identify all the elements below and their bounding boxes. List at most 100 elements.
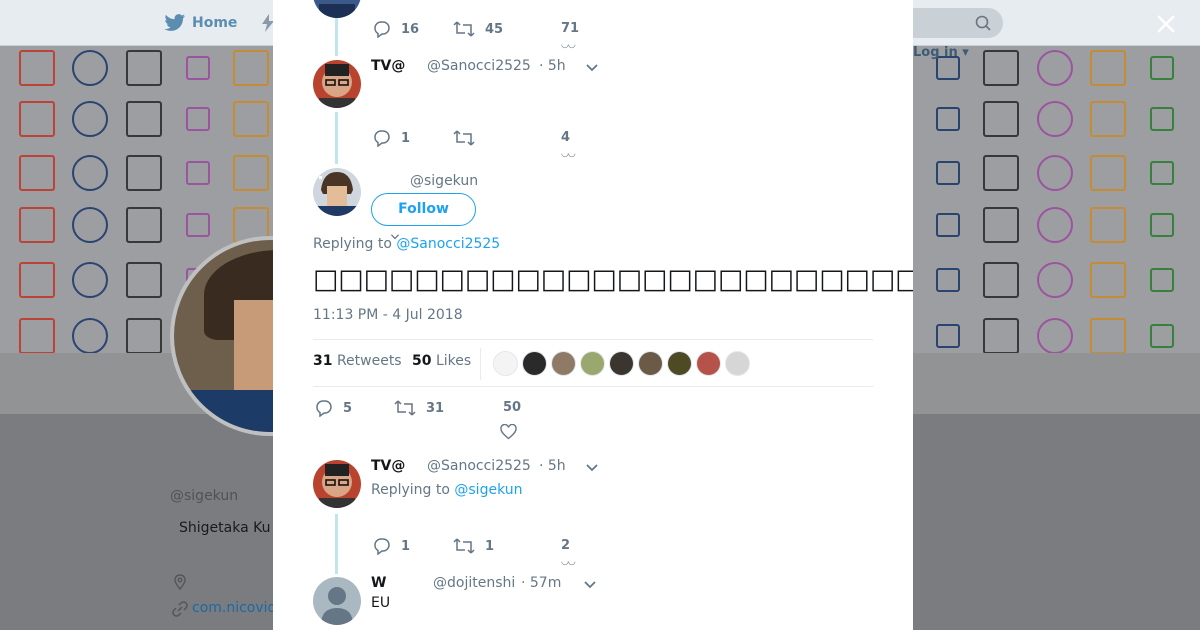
- home-nav-link[interactable]: Home: [164, 13, 237, 33]
- liker-avatar[interactable]: [551, 351, 576, 376]
- replying-to-handle-link[interactable]: @Sanocci2525: [396, 236, 500, 252]
- banner-pattern-tile: [1150, 161, 1174, 185]
- like-count[interactable]: 50: [503, 400, 521, 415]
- banner-pattern-tile: [19, 101, 55, 137]
- banner-pattern-tile: [72, 262, 108, 298]
- reply-author-handle[interactable]: @Sanocci2525: [427, 458, 531, 474]
- banner-pattern-tile: [1037, 318, 1073, 353]
- banner-pattern-tile: [186, 213, 210, 237]
- banner-pattern-tile: [1090, 50, 1126, 86]
- reply-time[interactable]: · 5h: [539, 458, 566, 474]
- liker-avatar[interactable]: [493, 351, 518, 376]
- reply-author-name[interactable]: TV@: [371, 458, 405, 474]
- banner-pattern-tile: [126, 262, 162, 298]
- liker-avatar[interactable]: [609, 351, 634, 376]
- main-tweet-timestamp[interactable]: 11:13 PM - 4 Jul 2018: [313, 307, 463, 323]
- location-pin-icon: [174, 574, 186, 590]
- reply-action[interactable]: 1: [373, 129, 410, 147]
- liker-avatar[interactable]: [522, 351, 547, 376]
- retweet-action[interactable]: 1: [453, 537, 494, 555]
- chevron-down-icon[interactable]: [585, 461, 599, 475]
- banner-pattern-tile: [1150, 213, 1174, 237]
- like-count[interactable]: 2: [561, 538, 570, 553]
- banner-pattern-tile: [1037, 207, 1073, 243]
- banner-pattern-tile: [72, 318, 108, 353]
- profile-url-link[interactable]: com.nicovid: [192, 600, 276, 616]
- liker-avatar[interactable]: [667, 351, 692, 376]
- heart-icon[interactable]: ◡◡: [561, 557, 576, 567]
- search-icon: [975, 15, 991, 31]
- banner-pattern-tile: [936, 324, 960, 348]
- reply-icon: [374, 538, 390, 555]
- reply-count: 1: [401, 538, 411, 554]
- tweet-author-name[interactable]: TV@: [371, 58, 405, 74]
- retweet-count: 1: [485, 538, 495, 554]
- reply-count: 1: [401, 130, 411, 146]
- banner-pattern-tile: [19, 155, 55, 191]
- banner-pattern-tile: [1037, 155, 1073, 191]
- retweet-action[interactable]: 45: [453, 20, 503, 38]
- retweet-action[interactable]: 31: [394, 399, 444, 417]
- replying-to-label: Replying to: [313, 236, 397, 252]
- banner-pattern-tile: [19, 318, 55, 353]
- liker-avatar[interactable]: [725, 351, 750, 376]
- banner-pattern-tile: [19, 207, 55, 243]
- banner-pattern-tile: [1150, 324, 1174, 348]
- like-stat[interactable]: 50 Likes: [412, 353, 471, 369]
- banner-pattern-tile: [72, 155, 108, 191]
- retweet-count: 31: [426, 400, 445, 416]
- banner-pattern-tile: [126, 207, 162, 243]
- like-count[interactable]: 4: [561, 130, 570, 145]
- reply-text: EU: [371, 595, 391, 611]
- thread-connector: [335, 112, 338, 164]
- twitter-bird-icon: [164, 14, 186, 31]
- reply-action[interactable]: 5: [315, 399, 352, 417]
- banner-pattern-tile: [72, 50, 108, 86]
- replying-to-label: Replying to: [371, 482, 455, 498]
- banner-pattern-tile: [126, 101, 162, 137]
- reply-author-handle[interactable]: @dojitenshi: [433, 575, 515, 591]
- retweet-action[interactable]: [453, 129, 485, 147]
- retweet-icon: [453, 538, 475, 554]
- liker-avatar[interactable]: [580, 351, 605, 376]
- reply-author-name[interactable]: W: [371, 575, 386, 591]
- tweet-avatar[interactable]: [313, 0, 361, 18]
- banner-pattern-tile: [936, 213, 960, 237]
- tweet-avatar[interactable]: [313, 60, 361, 108]
- tweet-author-handle[interactable]: @Sanocci2525: [427, 58, 531, 74]
- chevron-down-icon[interactable]: [585, 61, 599, 75]
- login-link[interactable]: Log in ▾: [913, 45, 969, 60]
- banner-pattern-tile: [983, 318, 1019, 353]
- thread-connector: [335, 514, 338, 574]
- banner-pattern-tile: [72, 207, 108, 243]
- heart-icon[interactable]: ◡◡: [561, 40, 576, 50]
- banner-pattern-tile: [1037, 101, 1073, 137]
- tweet-time[interactable]: · 5h: [539, 58, 566, 74]
- main-tweet-author-handle[interactable]: @sigekun: [410, 173, 478, 189]
- like-count[interactable]: 71: [561, 21, 579, 36]
- retweet-stat-count: 31: [313, 353, 333, 369]
- liker-avatar[interactable]: [696, 351, 721, 376]
- reply-time[interactable]: · 57m: [521, 575, 561, 591]
- follow-button[interactable]: Follow: [371, 193, 476, 226]
- replying-to-handle-link[interactable]: @sigekun: [454, 482, 522, 498]
- reply-action[interactable]: 16: [373, 20, 419, 38]
- link-icon: [172, 601, 188, 617]
- login-label: Log in: [913, 45, 958, 60]
- close-icon[interactable]: [1152, 10, 1180, 38]
- liker-avatar[interactable]: [638, 351, 663, 376]
- banner-pattern-tile: [186, 107, 210, 131]
- reply-avatar[interactable]: [313, 577, 361, 625]
- retweet-stat-label: Retweets: [336, 353, 402, 369]
- reply-count: 16: [401, 21, 420, 37]
- banner-pattern-tile: [1090, 155, 1126, 191]
- heart-icon[interactable]: ◡◡: [561, 149, 576, 159]
- banner-pattern-tile: [233, 155, 269, 191]
- chevron-down-icon[interactable]: [583, 578, 597, 592]
- heart-icon[interactable]: [500, 424, 517, 440]
- reply-avatar[interactable]: [313, 460, 361, 508]
- main-tweet-avatar[interactable]: [313, 168, 361, 216]
- retweet-stat[interactable]: 31 Retweets: [313, 353, 402, 369]
- search-box[interactable]: [913, 8, 1003, 38]
- reply-action[interactable]: 1: [373, 537, 410, 555]
